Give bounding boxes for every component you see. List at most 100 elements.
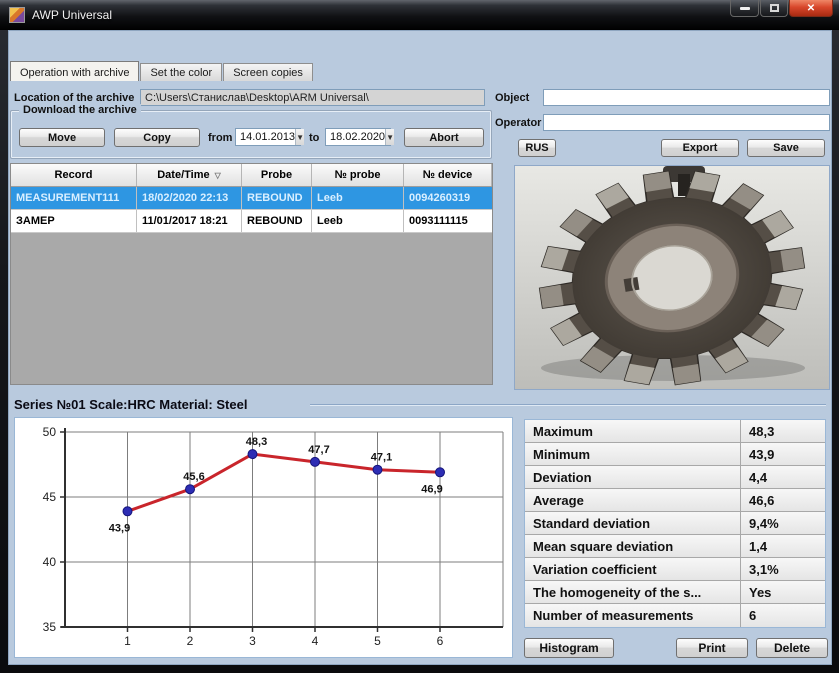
stats-row: The homogeneity of the s...Yes: [525, 581, 825, 604]
table-row[interactable]: MEASUREMENT11118/02/2020 22:13REBOUNDLee…: [11, 187, 492, 210]
stats-value: 46,6: [741, 489, 825, 511]
to-dropdown-icon[interactable]: ▼: [385, 129, 394, 145]
measurements-table: RecordDate/Time▽Probe№ probe№ device MEA…: [10, 163, 493, 385]
svg-text:6: 6: [437, 634, 444, 648]
stats-label: Deviation: [525, 466, 741, 488]
tab-screen-copies[interactable]: Screen copies: [223, 63, 313, 81]
titlebar: AWP Universal ✕: [0, 0, 839, 30]
object-label: Object: [495, 92, 529, 104]
stats-row: Variation coefficient3,1%: [525, 558, 825, 581]
stats-label: Standard deviation: [525, 512, 741, 534]
maximize-button[interactable]: [760, 0, 788, 17]
app-icon: [9, 7, 25, 23]
stats-row: Number of measurements6: [525, 604, 825, 627]
close-icon: ✕: [807, 3, 815, 14]
table-cell: 18/02/2020 22:13: [137, 187, 242, 209]
column-header[interactable]: № probe: [312, 164, 404, 186]
minimize-button[interactable]: [730, 0, 759, 17]
histogram-button[interactable]: Histogram: [524, 638, 614, 658]
to-date-select[interactable]: 18.02.2020 ▼: [325, 128, 391, 146]
table-header-row: RecordDate/Time▽Probe№ probe№ device: [11, 164, 492, 187]
stats-value: 6: [741, 604, 825, 627]
from-date-select[interactable]: 14.01.2013 ▼: [235, 128, 301, 146]
maximize-icon: [770, 4, 779, 12]
column-header[interactable]: Date/Time▽: [137, 164, 242, 186]
table-cell: Leeb: [312, 210, 404, 232]
svg-text:4: 4: [312, 634, 319, 648]
stats-row: Standard deviation9,4%: [525, 512, 825, 535]
table-cell: 0093111115: [404, 210, 492, 232]
svg-text:5: 5: [374, 634, 381, 648]
operator-input[interactable]: [543, 114, 830, 131]
from-date-value: 14.01.2013: [240, 131, 295, 143]
svg-text:35: 35: [43, 620, 57, 634]
table-row[interactable]: ЗАМЕР11/01/2017 18:21REBOUNDLeeb00931111…: [11, 210, 492, 233]
milling-cutter-image: [515, 166, 829, 389]
from-dropdown-icon[interactable]: ▼: [295, 129, 304, 145]
to-date-value: 18.02.2020: [330, 131, 385, 143]
svg-text:2: 2: [187, 634, 194, 648]
location-input[interactable]: [140, 89, 485, 106]
stats-row: Deviation4,4: [525, 466, 825, 489]
svg-text:45: 45: [43, 490, 57, 504]
delete-button[interactable]: Delete: [756, 638, 828, 658]
location-label: Location of the archive: [14, 92, 134, 104]
export-button[interactable]: Export: [661, 139, 739, 157]
svg-text:47,1: 47,1: [371, 452, 392, 464]
abort-button[interactable]: Abort: [404, 128, 484, 147]
stats-value: 3,1%: [741, 558, 825, 580]
table-cell: 0094260319: [404, 187, 492, 209]
stats-value: 4,4: [741, 466, 825, 488]
tab-operation-with-archive[interactable]: Operation with archive: [10, 61, 139, 81]
measurement-chart: 3540455012345643,945,648,347,747,146,9: [15, 418, 512, 657]
table-cell: REBOUND: [242, 210, 312, 232]
table-cell: MEASUREMENT111: [11, 187, 137, 209]
stats-value: 43,9: [741, 443, 825, 465]
minimize-icon: [740, 7, 750, 10]
svg-text:48,3: 48,3: [246, 436, 267, 448]
table-cell: ЗАМЕР: [11, 210, 137, 232]
table-cell: REBOUND: [242, 187, 312, 209]
stats-row: Mean square deviation1,4: [525, 535, 825, 558]
move-button[interactable]: Move: [19, 128, 105, 147]
sort-icon: ▽: [215, 171, 221, 180]
svg-text:50: 50: [43, 425, 57, 439]
rus-language-button[interactable]: RUS: [518, 139, 556, 157]
stats-label: Number of measurements: [525, 604, 741, 627]
stats-value: 9,4%: [741, 512, 825, 534]
series-rule: [310, 404, 826, 406]
tab-strip: Operation with archive Set the color Scr…: [10, 61, 314, 81]
stats-label: The homogeneity of the s...: [525, 581, 741, 603]
statistics-table: Maximum48,3Minimum43,9Deviation4,4Averag…: [524, 419, 826, 628]
stats-label: Mean square deviation: [525, 535, 741, 557]
svg-text:3: 3: [249, 634, 256, 648]
table-cell: Leeb: [312, 187, 404, 209]
to-label: to: [309, 132, 319, 144]
column-header[interactable]: Record: [11, 164, 137, 186]
save-button[interactable]: Save: [747, 139, 825, 157]
stats-row: Maximum48,3: [525, 420, 825, 443]
stats-row: Average46,6: [525, 489, 825, 512]
tab-set-the-color[interactable]: Set the color: [140, 63, 222, 81]
app-window: AWP Universal ✕ Operation with archive S…: [0, 0, 839, 673]
object-input[interactable]: [543, 89, 830, 106]
svg-text:45,6: 45,6: [183, 471, 204, 483]
stats-label: Average: [525, 489, 741, 511]
chart-panel: 3540455012345643,945,648,347,747,146,9: [14, 417, 513, 658]
stats-value: 48,3: [741, 420, 825, 442]
svg-text:47,7: 47,7: [308, 444, 329, 456]
operator-label: Operator: [495, 117, 541, 129]
column-header[interactable]: Probe: [242, 164, 312, 186]
main-content: Operation with archive Set the color Scr…: [8, 30, 832, 665]
close-button[interactable]: ✕: [789, 0, 833, 17]
print-button[interactable]: Print: [676, 638, 748, 658]
column-header[interactable]: № device: [404, 164, 492, 186]
table-cell: 11/01/2017 18:21: [137, 210, 242, 232]
svg-text:1: 1: [124, 634, 131, 648]
stats-row: Minimum43,9: [525, 443, 825, 466]
window-title: AWP Universal: [32, 8, 112, 22]
series-title: Series №01 Scale:HRC Material: Steel: [14, 397, 247, 412]
svg-text:46,9: 46,9: [421, 483, 442, 495]
copy-button[interactable]: Copy: [114, 128, 200, 147]
stats-label: Maximum: [525, 420, 741, 442]
